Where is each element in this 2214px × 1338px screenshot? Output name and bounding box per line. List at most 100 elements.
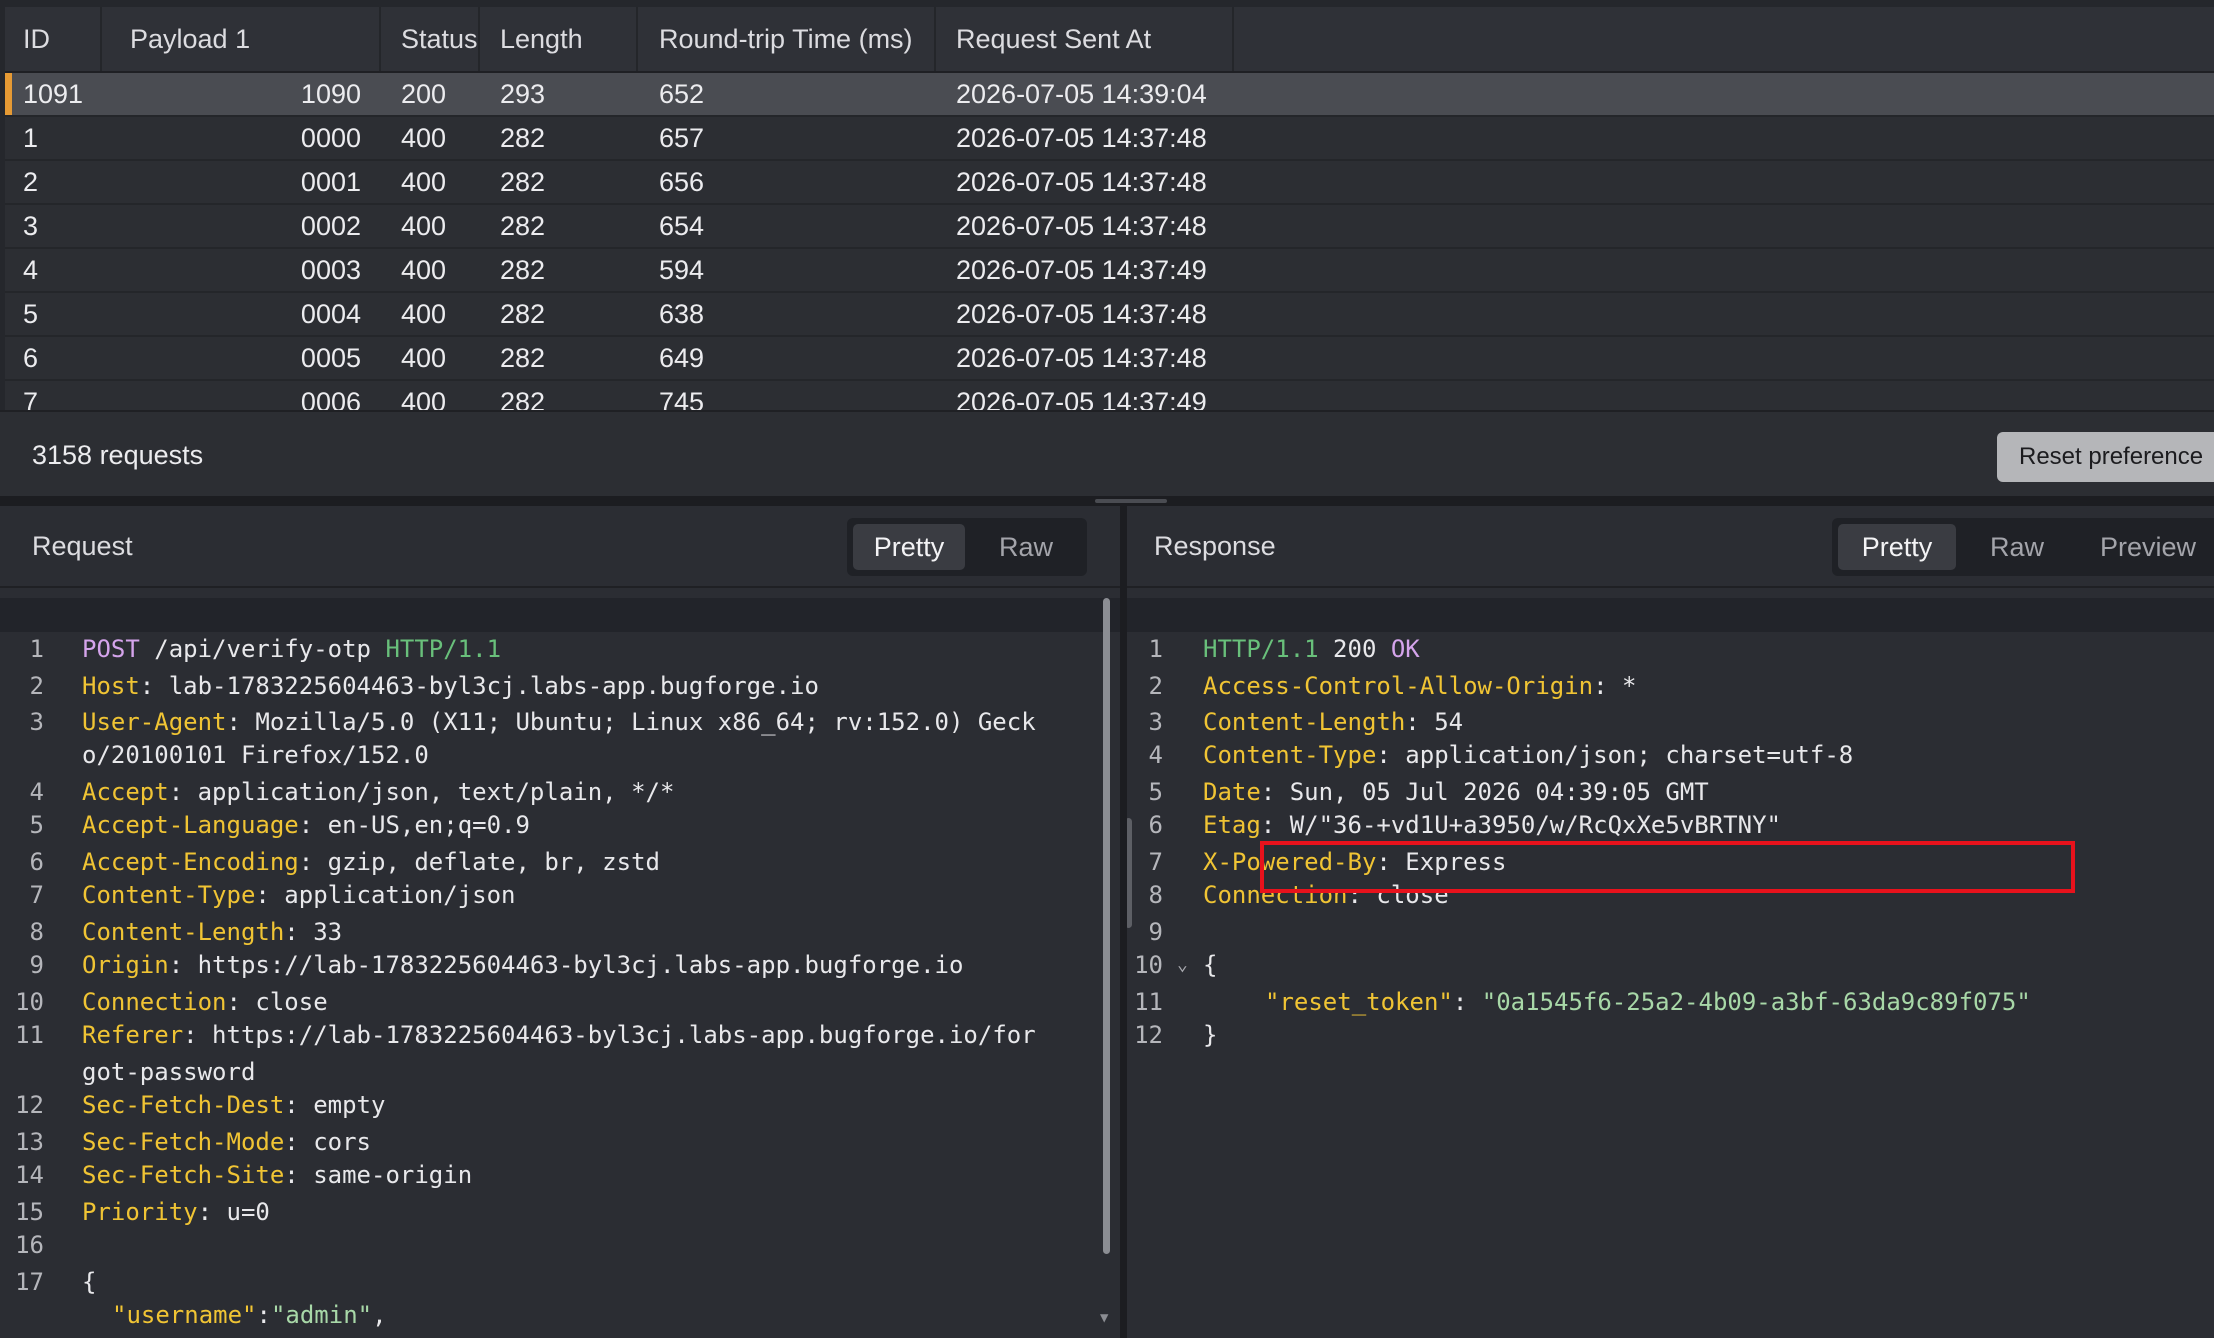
code-line: 16 (15, 1231, 44, 1259)
request-title: Request (32, 531, 133, 561)
cell-status: 400 (401, 299, 447, 329)
cell-length: 282 (500, 343, 546, 373)
code-line: 9 Origin: https://lab-1783225604463-byl3c… (29, 951, 964, 979)
table-row[interactable]: 2 0001 400 282 656 2026-07-05 14:37:48 (5, 161, 2214, 205)
column-header-rtt[interactable]: Round-trip Time (ms) (638, 7, 936, 71)
code-line: 1 HTTP/1.1 200 OK (1127, 598, 2214, 663)
request-tab-pretty[interactable]: Pretty (853, 524, 965, 570)
code-line: 2 Access-Control-Allow-Origin: * (1148, 672, 1637, 700)
column-header-sent-at[interactable]: Request Sent At (936, 7, 1234, 71)
table-row[interactable]: 1091 1090 200 293 652 2026-07-05 14:39:04 (5, 73, 2214, 117)
code-line: 4 Accept: application/json, text/plain, *… (29, 778, 675, 806)
code-line: 8 Content-Length: 33 (29, 918, 343, 946)
code-line: 3 Content-Length: 54 (1148, 708, 1464, 736)
cell-rtt: 594 (659, 255, 705, 285)
response-tab-raw[interactable]: Raw (1962, 524, 2072, 570)
response-pane: Response Pretty Raw Preview 1 HTTP/1.1 20… (1127, 506, 2214, 1338)
code-line: 7 Content-Type: application/json (29, 881, 516, 909)
splitter-grip-icon[interactable] (1095, 499, 1167, 503)
column-header-payload[interactable]: Payload 1 (102, 7, 381, 71)
cell-sent-at: 2026-07-05 14:37:49 (956, 255, 1207, 285)
cell-sent-at: 2026-07-05 14:37:48 (956, 123, 1207, 153)
cell-status: 400 (401, 255, 447, 285)
code-line: 11 "reset_token": "0a1545f6-25a2-4b09-a3b… (1134, 988, 2031, 1016)
cell-payload: 0001 (300, 167, 361, 197)
cell-status: 400 (401, 167, 447, 197)
code-line: 11 Referer: https://lab-1783225604463-byl… (15, 1021, 1036, 1049)
response-tab-pretty[interactable]: Pretty (1838, 524, 1956, 570)
code-line: 1 POST /api/verify-otp HTTP/1.1 (0, 598, 1120, 663)
vertical-splitter[interactable] (1120, 506, 1127, 1338)
table-header: ID Payload 1 Status Length Round-trip Ti… (5, 7, 2214, 73)
cell-status: 400 (401, 343, 447, 373)
code-line: 10 ⌄{ (1127, 914, 2214, 979)
column-header-id[interactable]: ID (5, 7, 102, 71)
cell-rtt: 656 (659, 167, 705, 197)
code-line: 2 Host: lab-1783225604463-byl3cj.labs-app… (29, 672, 819, 700)
code-line: 3 User-Agent: Mozilla/5.0 (X11; Ubuntu; L… (29, 708, 1036, 736)
column-header-status[interactable]: Status (381, 7, 480, 71)
request-scroll-thumb[interactable] (1103, 598, 1110, 1254)
table-row[interactable]: 1 0000 400 282 657 2026-07-05 14:37:48 (5, 117, 2214, 161)
request-editor[interactable]: 1 POST /api/verify-otp HTTP/1.1 2 Host: la… (0, 588, 1120, 1338)
horizontal-splitter[interactable] (0, 496, 2214, 506)
response-editor[interactable]: 1 HTTP/1.1 200 OK 2 Access-Control-Allow-O… (1127, 588, 2214, 1338)
cell-status: 400 (401, 123, 447, 153)
request-tab-raw[interactable]: Raw (971, 524, 1081, 570)
cell-length: 293 (500, 79, 546, 109)
response-scrollbar[interactable] (1127, 788, 1134, 958)
table-body: 1091 1090 200 293 652 2026-07-05 14:39:04 1 000… (5, 73, 2214, 425)
cell-rtt: 657 (659, 123, 705, 153)
code-line: 15 Priority: u=0 (15, 1198, 270, 1226)
response-title: Response (1154, 531, 1276, 561)
code-line: 13 Sec-Fetch-Mode: cors (15, 1128, 371, 1156)
request-scrollbar[interactable] (1100, 598, 1112, 1338)
code-line: 12} (1134, 1021, 1218, 1049)
request-pane: Request Pretty Raw 1 POST /api/verify-otp… (0, 506, 1120, 1338)
results-table: ID Payload 1 Status Length Round-trip Ti… (0, 0, 2214, 425)
code-line: 5 Accept-Language: en-US,en;q=0.9 (29, 811, 530, 839)
response-pane-header: Response Pretty Raw Preview (1127, 506, 2214, 588)
cell-payload: 1090 (300, 79, 361, 109)
code-line: 12 Sec-Fetch-Dest: empty (15, 1091, 386, 1119)
table-row[interactable]: 4 0003 400 282 594 2026-07-05 14:37:49 (5, 249, 2214, 293)
table-row[interactable]: 3 0002 400 282 654 2026-07-05 14:37:48 (5, 205, 2214, 249)
column-header-length[interactable]: Length (480, 7, 638, 71)
cell-payload: 0005 (300, 343, 361, 373)
code-line: 7 X-Powered-By: Express (1148, 848, 1507, 876)
scroll-down-icon[interactable]: ▼ (1100, 1310, 1108, 1326)
cell-payload: 0003 (300, 255, 361, 285)
code-line: 6 Accept-Encoding: gzip, deflate, br, zst… (29, 848, 660, 876)
response-view-toggle: Pretty Raw Preview (1832, 518, 2214, 576)
cell-payload: 0000 (300, 123, 361, 153)
response-tab-preview[interactable]: Preview (2078, 524, 2214, 570)
cell-rtt: 654 (659, 211, 705, 241)
cell-length: 282 (500, 211, 546, 241)
cell-sent-at: 2026-07-05 14:39:04 (956, 79, 1207, 109)
code-line: o/20100101 Firefox/152.0 (82, 741, 429, 769)
table-row[interactable]: 6 0005 400 282 649 2026-07-05 14:37:48 (5, 337, 2214, 381)
cell-payload: 0004 (300, 299, 361, 329)
request-count: 3158 requests (32, 440, 204, 470)
cell-sent-at: 2026-07-05 14:37:48 (956, 299, 1207, 329)
code-line: 6 Etag: W/"36-+vd1U+a3950/w/RcQxXe5vBRTNY… (1148, 811, 1781, 839)
code-line: 17{ (15, 1268, 97, 1296)
cell-status: 200 (401, 79, 447, 109)
results-status-bar: 3158 requests Reset preference (0, 410, 2214, 498)
cell-length: 282 (500, 123, 546, 153)
cell-length: 282 (500, 299, 546, 329)
cell-rtt: 649 (659, 343, 705, 373)
table-row[interactable]: 5 0004 400 282 638 2026-07-05 14:37:48 (5, 293, 2214, 337)
cell-length: 282 (500, 167, 546, 197)
cell-sent-at: 2026-07-05 14:37:48 (956, 211, 1207, 241)
highlight-annotation-box (1260, 841, 2075, 893)
cell-sent-at: 2026-07-05 14:37:48 (956, 343, 1207, 373)
code-line: 14 Sec-Fetch-Site: same-origin (15, 1161, 473, 1189)
response-scroll-thumb[interactable] (1127, 818, 1132, 928)
code-line: "otp":"1090" (0, 1298, 1120, 1334)
cell-status: 400 (401, 211, 447, 241)
code-line: "username":"admin", (112, 1301, 387, 1329)
cell-rtt: 652 (659, 79, 705, 109)
cell-length: 282 (500, 255, 546, 285)
reset-preference-button[interactable]: Reset preference (1997, 432, 2214, 482)
